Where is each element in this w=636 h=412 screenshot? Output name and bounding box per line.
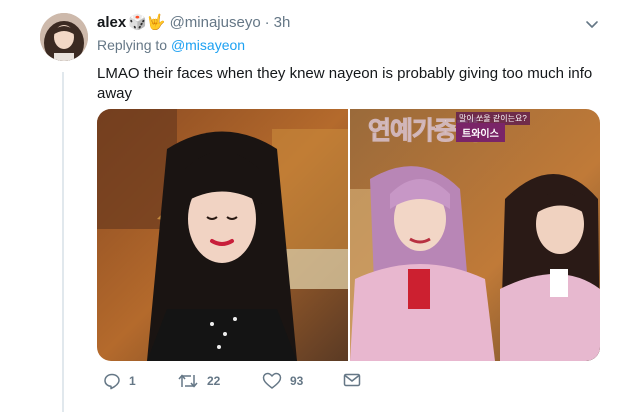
replying-prefix: Replying to xyxy=(97,37,168,53)
thread-line xyxy=(62,72,64,412)
reply-count: 1 xyxy=(129,374,136,388)
broadcast-tag: 트와이스 xyxy=(456,123,505,142)
tweet-text: LMAO their faces when they knew nayeon i… xyxy=(97,65,593,102)
chevron-down-icon[interactable] xyxy=(584,16,600,32)
tweet-actions: 1 22 93 xyxy=(97,372,597,394)
avatar-image xyxy=(40,13,88,61)
retweet-button[interactable]: 22 xyxy=(177,372,220,390)
envelope-icon xyxy=(343,372,361,388)
heart-icon xyxy=(262,372,282,390)
tweet-header: alex 🎲🤟 @minajuseyo · 3h xyxy=(97,12,290,32)
reply-icon xyxy=(103,372,121,390)
replying-to: Replying to @misayeon xyxy=(97,37,245,53)
avatar[interactable] xyxy=(40,13,88,61)
replying-mention-link[interactable]: @misayeon xyxy=(171,37,245,53)
like-count: 93 xyxy=(290,374,304,388)
author-name[interactable]: alex xyxy=(97,14,126,31)
separator-dot: · xyxy=(264,13,270,31)
author-handle[interactable]: @minajuseyo xyxy=(170,14,261,31)
media-photo-right[interactable]: 연예가중계 말이 쏘울 같이는요? 트와이스 xyxy=(350,109,600,361)
direct-message-button[interactable] xyxy=(343,372,361,388)
media-grid[interactable]: 연예가중계 말이 쏘울 같이는요? 트와이스 xyxy=(97,109,600,361)
like-button[interactable]: 93 xyxy=(262,372,303,390)
author-emoji: 🎲🤟 xyxy=(128,14,166,31)
retweet-icon xyxy=(177,372,199,390)
reply-button[interactable]: 1 xyxy=(103,372,136,390)
tweet-time[interactable]: 3h xyxy=(274,14,291,31)
retweet-count: 22 xyxy=(207,374,221,388)
media-photo-left[interactable] xyxy=(97,109,348,361)
